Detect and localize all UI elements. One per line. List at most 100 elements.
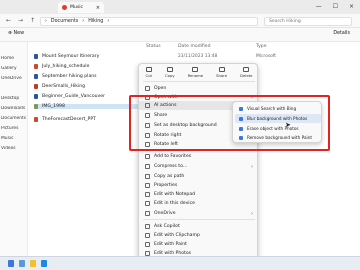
- search-icon[interactable]: [19, 260, 25, 267]
- forward-arrow-icon[interactable]: →: [18, 17, 23, 24]
- menu-label: Properties: [154, 183, 178, 188]
- chevron-right-icon: ›: [251, 163, 253, 170]
- new-button[interactable]: ⊕ New: [8, 31, 24, 36]
- menu-item-onedrive[interactable]: OneDrive ›: [139, 209, 259, 218]
- word-file-icon: [34, 54, 38, 59]
- share-label: Share: [216, 73, 228, 78]
- share-quick-button[interactable]: Share: [216, 67, 227, 78]
- menu-label: Open: [154, 86, 167, 91]
- file-row-selected[interactable]: IMG_1998: [34, 104, 138, 109]
- tab-music[interactable]: Music ×: [58, 2, 104, 13]
- sidebar-item-onedrive[interactable]: OneDrive: [1, 76, 27, 81]
- file-row[interactable]: TheForecastDesert_PPT: [34, 117, 96, 122]
- maximize-button[interactable]: ☐: [333, 3, 338, 10]
- menu-item-open[interactable]: Open: [139, 84, 259, 93]
- menu-item-add-to-favorites[interactable]: Add to Favorites: [139, 152, 259, 161]
- details-button[interactable]: Details: [333, 31, 350, 36]
- file-row[interactable]: September hiking plans: [34, 74, 97, 79]
- zip-icon: [145, 164, 150, 169]
- tab-label: Music: [70, 5, 84, 10]
- taskbar: [0, 256, 360, 270]
- menu-item-edit-notepad[interactable]: Edit with Notepad: [139, 190, 259, 199]
- file-name: July_hiking_schedule: [42, 64, 90, 69]
- powerpoint-file-icon: [34, 64, 38, 69]
- menu-label: Edit with Clipchamp: [154, 233, 200, 238]
- sidebar-item-videos[interactable]: Videos: [1, 146, 27, 151]
- share-icon: [218, 67, 225, 72]
- menu-label: Compress to...: [154, 164, 188, 169]
- title-bar: Music × — ☐ ×: [0, 0, 360, 14]
- close-button[interactable]: ×: [349, 3, 354, 10]
- menu-label: Copy as path: [154, 174, 185, 179]
- file-row[interactable]: July_hiking_schedule: [34, 64, 89, 69]
- menu-item-edit-device[interactable]: Edit in this device: [139, 199, 259, 208]
- sidebar-item-documents[interactable]: Documents: [1, 116, 27, 121]
- file-row[interactable]: DeerSmalls_Hiking: [34, 84, 85, 89]
- rename-button[interactable]: Rename: [187, 67, 204, 78]
- chevron-right-icon: ›: [251, 210, 253, 217]
- menu-item-properties[interactable]: Properties: [139, 181, 259, 190]
- rename-icon: [192, 67, 199, 72]
- breadcrumb-documents[interactable]: Documents: [51, 19, 78, 24]
- menu-label: Add to Favorites: [154, 154, 192, 159]
- edge-icon[interactable]: [41, 260, 47, 267]
- path-icon: [145, 174, 150, 179]
- music-folder-icon: [62, 5, 67, 10]
- cloud-icon: [145, 211, 150, 216]
- menu-item-compress[interactable]: Compress to... ›: [139, 162, 259, 171]
- up-arrow-icon[interactable]: ↑: [30, 17, 35, 24]
- highlight-annotation-box: [129, 95, 330, 151]
- sidebar-item-pictures[interactable]: Pictures: [1, 126, 27, 131]
- column-header-status[interactable]: Status: [146, 44, 161, 49]
- column-header-date-modified[interactable]: Date modified: [178, 44, 211, 49]
- cut-label: Cut: [145, 73, 153, 78]
- menu-item-edit-clipchamp[interactable]: Edit with Clipchamp: [139, 231, 259, 240]
- address-bar-row: ← → ↑ ⟳ › Documents › Hiking › Search Hi…: [0, 14, 360, 28]
- column-header-type[interactable]: Type: [256, 44, 267, 49]
- rename-label: Rename: [187, 73, 204, 78]
- tab-close-icon[interactable]: ×: [96, 5, 100, 11]
- file-name: DeerSmalls_Hiking: [42, 84, 86, 89]
- paint-icon: [145, 242, 150, 247]
- file-row[interactable]: Beginner_Guide_Vancouver: [34, 94, 105, 99]
- file-name: IMG_1998: [42, 104, 65, 109]
- menu-item-copy-as-path[interactable]: Copy as path: [139, 172, 259, 181]
- copy-button[interactable]: Copy: [165, 67, 175, 78]
- menu-item-edit-paint[interactable]: Edit with Paint: [139, 240, 259, 249]
- powerpoint-file-icon: [34, 117, 38, 122]
- search-input[interactable]: Search Hiking: [264, 17, 352, 26]
- taskbar-icons: [8, 260, 47, 267]
- start-icon[interactable]: [8, 260, 14, 267]
- breadcrumb[interactable]: › Documents › Hiking ›: [40, 17, 258, 26]
- sidebar-item-downloads[interactable]: Downloads: [1, 106, 27, 111]
- menu-label: Edit with Notepad: [154, 192, 196, 197]
- sidebar-item-gallery[interactable]: Gallery: [1, 66, 27, 71]
- back-arrow-icon[interactable]: ←: [6, 17, 11, 24]
- delete-button[interactable]: Delete: [240, 67, 253, 78]
- open-icon: [145, 86, 150, 91]
- scissors-icon: [145, 67, 152, 72]
- sidebar-item-desktop[interactable]: Desktop: [1, 96, 27, 101]
- mouse-pointer-icon: ➤: [285, 121, 291, 129]
- breadcrumb-chevron-icon: ›: [45, 19, 47, 24]
- breadcrumb-chevron-icon: ›: [107, 19, 110, 24]
- copy-icon: [166, 67, 173, 72]
- file-name: Mount Seymour Itinerary: [42, 54, 100, 59]
- copilot-icon: [145, 224, 150, 229]
- sidebar-item-music[interactable]: Music: [1, 136, 27, 141]
- menu-divider: [143, 81, 255, 82]
- file-row[interactable]: Mount Seymour Itinerary: [34, 54, 99, 59]
- minimize-button[interactable]: —: [316, 3, 322, 10]
- delete-label: Delete: [240, 73, 253, 78]
- image-file-icon: [34, 104, 38, 109]
- menu-item-ask-copilot[interactable]: Ask Copilot: [139, 222, 259, 231]
- cut-button[interactable]: Cut: [145, 67, 152, 78]
- menu-label: OneDrive: [154, 211, 176, 216]
- folder-icon[interactable]: [30, 260, 36, 267]
- menu-label: Edit in this device: [154, 201, 195, 206]
- trash-icon: [243, 67, 250, 72]
- sidebar-item-home[interactable]: Home: [1, 56, 27, 61]
- breadcrumb-hiking[interactable]: Hiking: [88, 19, 103, 24]
- properties-icon: [145, 183, 150, 188]
- copy-label: Copy: [164, 73, 175, 78]
